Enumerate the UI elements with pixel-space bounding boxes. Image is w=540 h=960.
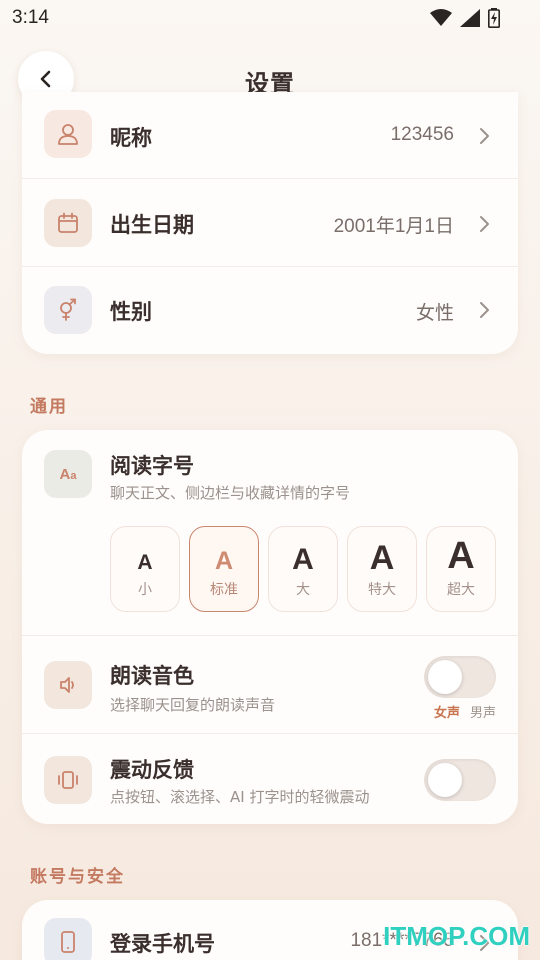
- font-size-row: Aa 阅读字号 聊天正文、侧边栏与收藏详情的字号 A 小 A 标准 A 大 A …: [22, 430, 518, 636]
- birthday-value: 2001年1月1日: [333, 216, 454, 237]
- vibration-label: 震动反馈: [110, 758, 194, 782]
- gender-value: 女性: [415, 303, 454, 324]
- font-size-option-xlarge[interactable]: A 特大: [347, 526, 417, 612]
- voice-option-male[interactable]: 男声: [470, 702, 496, 721]
- voice-subtitle: 选择聊天回复的朗读声音: [110, 696, 276, 714]
- profile-card: 昵称 123456 出生日期 2001年1月1日 性别 女性: [22, 92, 518, 354]
- section-title-general: 通用: [30, 397, 68, 417]
- font-size-option-label: 小: [138, 582, 152, 598]
- font-size-option-label: 标准: [210, 582, 238, 598]
- font-size-glyph: A: [447, 535, 475, 577]
- font-size-subtitle: 聊天正文、侧边栏与收藏详情的字号: [110, 484, 351, 502]
- signal-icon: [460, 9, 480, 27]
- font-size-option-label: 大: [296, 582, 310, 598]
- status-bar: 3:14: [0, 0, 540, 36]
- birthday-row[interactable]: 出生日期 2001年1月1日: [22, 179, 518, 267]
- voice-toggle[interactable]: [424, 656, 496, 698]
- user-icon: [44, 110, 92, 158]
- font-size-glyph: A: [369, 539, 395, 577]
- gender-icon: [44, 286, 92, 334]
- speaker-icon: [44, 661, 92, 709]
- toggle-knob: [428, 660, 462, 694]
- font-size-glyph: A: [292, 543, 314, 576]
- battery-charging-icon: [488, 8, 500, 28]
- vibration-row: 震动反馈 点按钮、滚选择、AI 打字时的轻微震动: [22, 734, 518, 824]
- font-size-glyph: A: [214, 547, 234, 575]
- chevron-right-icon: [480, 216, 489, 232]
- toggle-knob: [428, 763, 462, 797]
- nickname-value: 123456: [390, 124, 454, 145]
- font-size-glyph: A: [137, 551, 153, 574]
- voice-row: 朗读音色 选择聊天回复的朗读声音 女声 男声: [22, 636, 518, 734]
- nickname-row[interactable]: 昵称 123456: [22, 92, 518, 179]
- voice-options: 女声 男声: [434, 702, 496, 721]
- gender-row[interactable]: 性别 女性: [22, 267, 518, 354]
- calendar-icon: [44, 199, 92, 247]
- watermark: ITMOP.COM: [383, 921, 530, 951]
- font-size-option-standard[interactable]: A 标准: [189, 526, 259, 612]
- vibration-subtitle: 点按钮、滚选择、AI 打字时的轻微震动: [110, 788, 370, 806]
- chevron-right-icon: [480, 302, 489, 318]
- font-size-option-xxlarge[interactable]: A 超大: [426, 526, 496, 612]
- phone-icon: [44, 918, 92, 960]
- wifi-icon: [430, 9, 452, 26]
- birthday-label: 出生日期: [110, 213, 194, 237]
- font-size-option-label: 超大: [447, 582, 475, 598]
- status-time: 3:14: [12, 7, 49, 28]
- voice-label: 朗读音色: [110, 664, 194, 688]
- font-size-option-label: 特大: [368, 582, 396, 598]
- general-card: Aa 阅读字号 聊天正文、侧边栏与收藏详情的字号 A 小 A 标准 A 大 A …: [22, 430, 518, 824]
- font-size-option-large[interactable]: A 大: [268, 526, 338, 612]
- gender-label: 性别: [110, 300, 152, 324]
- chevron-right-icon: [480, 128, 489, 144]
- voice-option-female[interactable]: 女声: [434, 702, 460, 721]
- vibration-toggle[interactable]: [424, 759, 496, 801]
- phone-label: 登录手机号: [110, 932, 215, 956]
- font-size-label: 阅读字号: [110, 454, 194, 478]
- font-size-icon: Aa: [44, 450, 92, 498]
- vibration-icon: [44, 756, 92, 804]
- nickname-label: 昵称: [110, 126, 152, 150]
- section-title-account: 账号与安全: [30, 867, 125, 887]
- font-size-option-small[interactable]: A 小: [110, 526, 180, 612]
- status-icons: [430, 8, 500, 28]
